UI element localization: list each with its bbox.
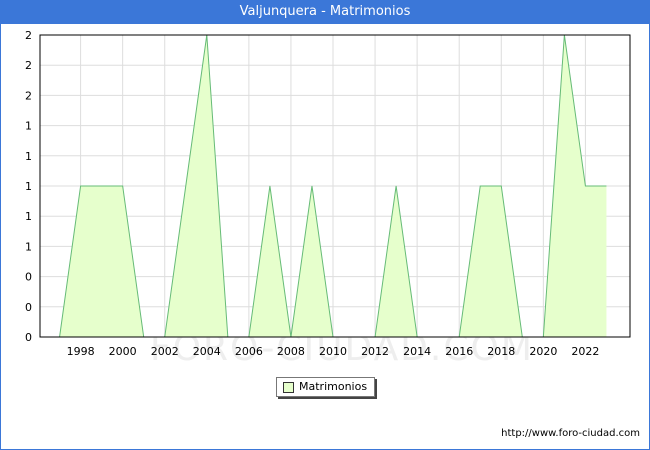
y-tick-label: 1	[25, 240, 32, 253]
x-tick-label: 2016	[445, 345, 473, 358]
x-tick-label: 2006	[235, 345, 263, 358]
chart-legend: Matrimonios	[276, 377, 375, 397]
x-tick-label: 2014	[403, 345, 431, 358]
y-tick-label: 1	[25, 180, 32, 193]
x-tick-label: 2018	[487, 345, 515, 358]
x-tick-label: 2002	[151, 345, 179, 358]
x-tick-label: 2004	[193, 345, 221, 358]
x-tick-label: 2012	[361, 345, 389, 358]
x-tick-label: 2022	[571, 345, 599, 358]
footer-url[interactable]: http://www.foro-ciudad.com	[501, 428, 640, 439]
x-tick-label: 2000	[109, 345, 137, 358]
y-tick-label: 0	[25, 331, 32, 344]
y-tick-label: 0	[25, 271, 32, 284]
y-tick-label: 0	[25, 301, 32, 314]
y-tick-label: 1	[25, 210, 32, 223]
y-tick-label: 1	[25, 120, 32, 133]
y-tick-label: 2	[25, 29, 32, 42]
y-tick-label: 2	[25, 89, 32, 102]
y-tick-label: 2	[25, 59, 32, 72]
legend-swatch	[283, 382, 294, 393]
legend-label: Matrimonios	[299, 380, 368, 393]
x-tick-label: 2008	[277, 345, 305, 358]
x-tick-label: 2020	[529, 345, 557, 358]
x-tick-label: 1998	[67, 345, 95, 358]
x-tick-label: 2010	[319, 345, 347, 358]
y-tick-label: 1	[25, 150, 32, 163]
